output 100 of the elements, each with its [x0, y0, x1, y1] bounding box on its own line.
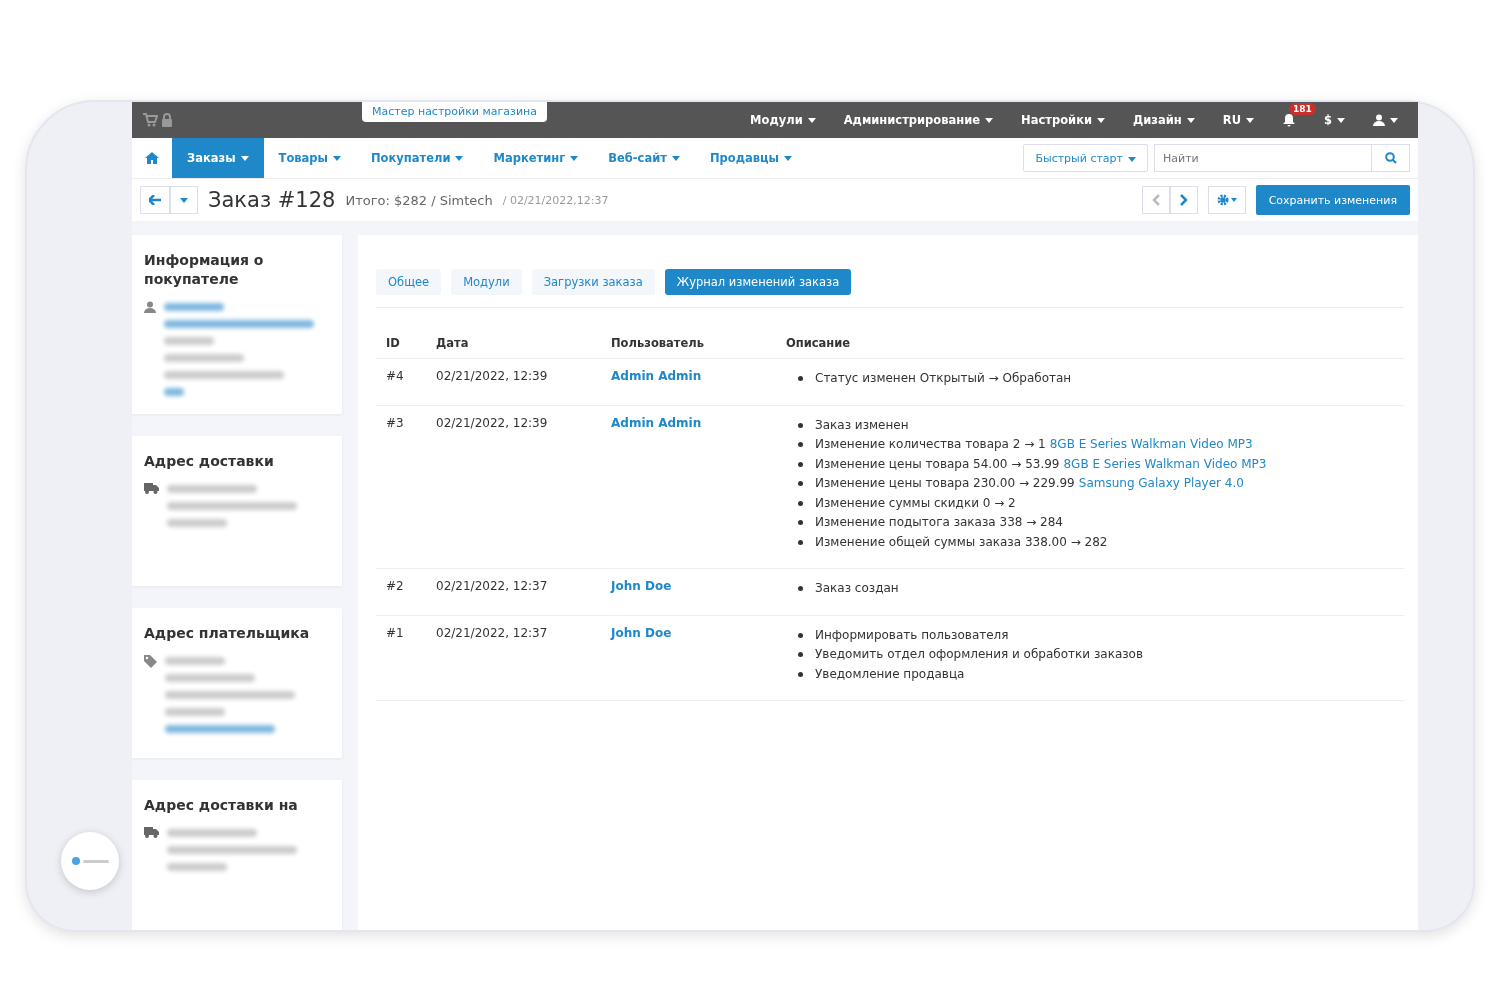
top-menu-item[interactable]: RU	[1222, 113, 1254, 127]
caret-icon	[455, 155, 464, 161]
caret-icon	[570, 155, 579, 161]
tab[interactable]: Модули	[451, 269, 522, 295]
description-text: Уведомление продавца	[815, 665, 965, 683]
search-icon	[1384, 152, 1397, 164]
description-text: Статус изменен Открытый → Обработан	[815, 370, 1072, 387]
bullet-icon	[798, 520, 803, 526]
product-link[interactable]: 8GB E Series Walkman Video MP3	[1063, 456, 1267, 471]
bullet-icon	[798, 632, 803, 638]
bullet-icon	[798, 442, 803, 448]
nav-tab[interactable]: Покупатели	[356, 138, 479, 178]
column-header: Дата	[426, 328, 601, 359]
column-header: ID	[376, 328, 426, 359]
truck-icon	[144, 826, 159, 838]
card-title: Адрес доставки	[144, 451, 275, 471]
top-menu-item[interactable]: Администрирование	[843, 113, 994, 127]
user-link[interactable]: Admin Admin	[611, 369, 702, 383]
caret-icon	[1097, 117, 1106, 123]
nav-tab[interactable]: Продавцы	[694, 138, 807, 178]
order-date: / 02/21/2022,12:37	[502, 193, 609, 207]
caret-icon	[985, 117, 994, 123]
notifications-button[interactable]	[1282, 113, 1296, 127]
tab[interactable]: Общее	[376, 269, 442, 295]
search-field[interactable]: Найти	[1154, 144, 1372, 172]
card-title: Адрес плательщика	[144, 623, 311, 643]
settings-icon	[1216, 194, 1237, 206]
id-cell: #1	[376, 615, 426, 701]
description-text: Заказ изменен	[815, 416, 909, 434]
id-cell: #2	[376, 568, 426, 615]
settings-button[interactable]	[1207, 186, 1246, 214]
user-link[interactable]: Admin Admin	[611, 415, 702, 430]
description-text: Заказ создан	[815, 580, 899, 597]
description-text: Изменение подытога заказа 338 → 284	[815, 514, 1063, 531]
caret-icon	[180, 197, 188, 203]
id-cell: #4	[376, 358, 426, 405]
blurred-text	[165, 707, 225, 716]
blurred-text	[167, 518, 227, 527]
bullet-icon	[798, 422, 803, 428]
order-total: Итого: $282 / Simtech	[345, 192, 493, 208]
search-button[interactable]	[1372, 144, 1410, 172]
caret-icon	[1337, 117, 1345, 123]
tag-icon	[144, 654, 157, 668]
lock-icon	[162, 113, 172, 127]
caret-icon	[807, 117, 816, 123]
card-title: Адрес доставки на	[144, 795, 299, 815]
user-icon	[1373, 114, 1385, 126]
cart-icon	[142, 113, 158, 127]
nav-tab[interactable]: Веб-сайт	[593, 138, 695, 178]
quick-start-button[interactable]: Быстрый старт	[1023, 144, 1148, 172]
product-link[interactable]: 8GB E Series Walkman Video MP3	[1049, 437, 1253, 451]
chevron-left-icon	[1151, 194, 1160, 206]
bullet-icon	[798, 671, 803, 677]
nav-tab[interactable]: Маркетинг	[478, 138, 594, 178]
top-menu-item[interactable]: Модули	[750, 113, 816, 127]
setup-wizard-link[interactable]: Мастер настройки магазина	[362, 102, 547, 122]
caret-icon	[671, 155, 680, 161]
user-link[interactable]: John Doe	[611, 579, 672, 593]
dropdown-button[interactable]	[170, 186, 198, 214]
chevron-right-icon	[1179, 194, 1188, 206]
bullet-icon	[798, 652, 803, 658]
home-icon	[145, 152, 159, 164]
save-button[interactable]: Сохранить изменения	[1255, 185, 1410, 215]
column-header: Описание	[776, 328, 1404, 359]
date-cell: 02/21/2022, 12:37	[426, 568, 601, 615]
blurred-text	[167, 862, 227, 871]
user-icon	[144, 300, 156, 313]
caret-icon	[1246, 117, 1254, 123]
column-header: Пользователь	[601, 328, 776, 359]
bullet-icon	[798, 376, 803, 382]
top-menu-item[interactable]: Дизайн	[1133, 113, 1195, 127]
caret-icon	[1186, 117, 1195, 123]
description-text: Уведомить отдел оформления и обработки заказов	[815, 646, 1144, 663]
description-text: Изменение количества товара 2 → 1 8GB E Series Walkman Video MP3	[815, 436, 1253, 453]
bullet-icon	[798, 539, 803, 545]
user-menu[interactable]	[1373, 114, 1398, 126]
order-title: Заказ #128	[208, 188, 336, 212]
product-link[interactable]: Samsung Galaxy Player 4.0	[1078, 476, 1244, 490]
bullet-icon	[798, 481, 803, 487]
caret-icon	[783, 155, 792, 161]
tab[interactable]: Загрузки заказа	[531, 269, 655, 295]
date-cell: 02/21/2022, 12:39	[426, 358, 601, 405]
back-button[interactable]	[140, 186, 170, 214]
notification-count: 181	[1289, 103, 1316, 115]
description-text: Информировать пользователя	[815, 626, 1009, 644]
nav-tab[interactable]: Заказы	[172, 138, 264, 178]
next-button[interactable]	[1169, 186, 1198, 214]
top-menu-item[interactable]: Настройки	[1021, 113, 1106, 127]
tab[interactable]: Журнал изменений заказа	[664, 269, 852, 295]
description-text: Изменение суммы скидки 0 → 2	[815, 494, 1016, 512]
caret-icon	[240, 155, 249, 161]
caret-icon	[333, 155, 341, 161]
blurred-text	[164, 336, 214, 345]
nav-tab[interactable]: Товары	[263, 138, 356, 178]
description-text: Изменение цены товара 230.00 → 229.99 Samsung Galaxy Player 4.0	[815, 475, 1244, 492]
date-cell: 02/21/2022, 12:39	[426, 405, 601, 569]
bullet-icon	[798, 500, 803, 506]
currency-menu[interactable]: $	[1324, 113, 1345, 127]
user-link[interactable]: John Doe	[611, 625, 672, 640]
caret-icon	[1128, 156, 1136, 162]
